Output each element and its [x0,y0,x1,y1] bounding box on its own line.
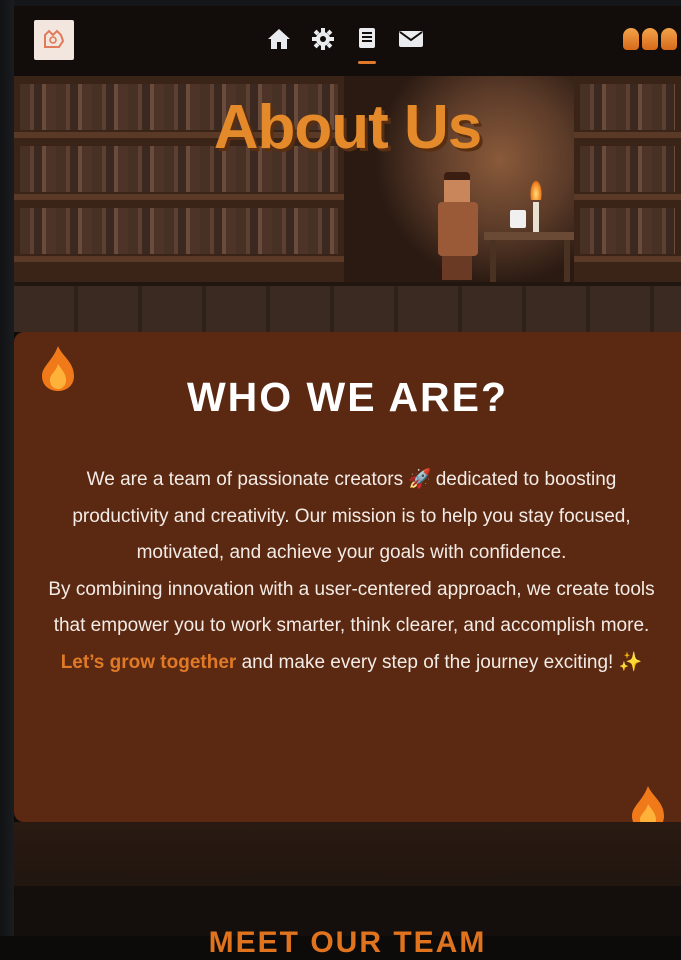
book-icon[interactable] [352,24,382,64]
mail-icon[interactable] [396,24,426,54]
page-title: About Us [213,93,483,162]
sparkles-icon: ✨ [618,651,643,673]
about-p1-start: We are a team of passionate creators [86,469,409,490]
nav-menu [264,24,426,64]
flame-streak-icon[interactable] [623,28,677,50]
hero-banner: About Us [14,76,681,332]
pixel-character-image [430,172,486,280]
flame-icon [623,28,639,50]
rocket-icon: 🚀 [408,469,433,490]
flame-icon [661,28,677,50]
team-section: MEET OUR TEAM [14,886,681,959]
who-we-are-card: WHO WE ARE? We are a team of passionate … [14,332,681,831]
candle-image [533,202,539,232]
desk-image [484,232,574,240]
team-heading: MEET OUR TEAM [208,926,487,959]
about-text: We are a team of passionate creators 🚀 d… [38,462,665,681]
home-icon[interactable] [264,24,294,54]
about-p2: By combining innovation with a user-cent… [48,578,655,637]
candle-flame-icon [530,180,542,200]
section-heading: WHO WE ARE? [186,374,509,420]
logo-icon[interactable] [34,20,74,60]
navbar [14,6,681,76]
about-p3: and make every step of the journey excit… [236,651,619,673]
cup-image [510,210,526,228]
grow-together-highlight: Let’s grow together [60,651,237,673]
floor [14,282,681,332]
flame-icon [642,28,658,50]
window-left-edge [0,0,14,936]
gear-icon[interactable] [308,24,338,54]
